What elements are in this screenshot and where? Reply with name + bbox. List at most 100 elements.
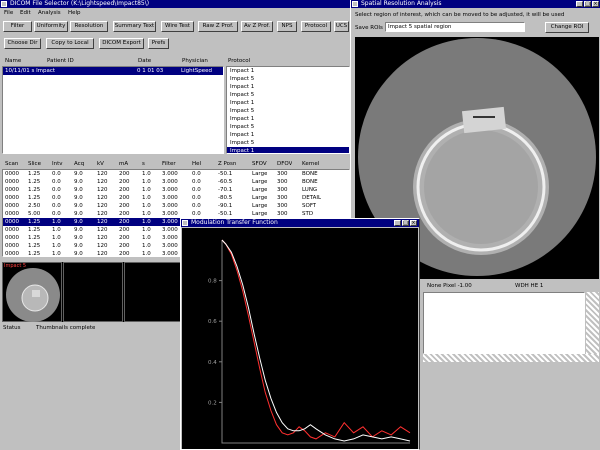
studies-list[interactable]: 10/11/01 s Impact 0 1 01 03 LightSpeed xyxy=(2,66,224,154)
table-cell: 9.0 xyxy=(74,243,83,249)
images-col-header[interactable]: SFOV xyxy=(252,160,267,168)
menu-file[interactable]: File xyxy=(4,9,13,17)
table-row[interactable]: 0000 1.25 0.0 9.0 120 200 1.0 3.000 0.0 -80.5 Larg… xyxy=(3,194,349,202)
spatial-output-area[interactable] xyxy=(423,292,585,354)
table-cell: BONE xyxy=(302,171,318,177)
table-cell: Large xyxy=(252,187,268,193)
col-date[interactable]: Date xyxy=(138,57,151,65)
col-patient-id[interactable]: Patient ID xyxy=(47,57,74,65)
col-protocol[interactable]: Protocol xyxy=(228,57,250,65)
table-row[interactable]: 0000 1.25 0.0 9.0 120 200 1.0 3.000 0.0 -70.1 Larg… xyxy=(3,186,349,194)
mtf-minimize-button[interactable]: _ xyxy=(394,220,401,226)
images-col-header[interactable]: Acq xyxy=(74,160,84,168)
change-roi-button[interactable]: Change ROI xyxy=(545,22,589,33)
mtf-maximize-button[interactable]: □ xyxy=(402,220,409,226)
y-tick-label: 0.2 xyxy=(208,400,217,406)
table-cell: 0.0 xyxy=(52,203,61,209)
col-name[interactable]: Name xyxy=(5,57,21,65)
protocol-button[interactable]: Protocol xyxy=(301,21,331,32)
series-item[interactable]: Impact 1 xyxy=(227,99,349,107)
minimize-button[interactable]: _ xyxy=(576,1,583,7)
images-col-header[interactable]: Filter xyxy=(162,160,176,168)
save-rois-label: Save ROIs xyxy=(355,25,383,31)
table-cell: 1.0 xyxy=(52,227,61,233)
study-date: 0 1 01 03 xyxy=(137,68,164,74)
resolution-button[interactable]: Resolution xyxy=(70,21,108,32)
mtf-close-button[interactable]: × xyxy=(410,220,417,226)
images-col-header[interactable]: kV xyxy=(97,160,104,168)
thumbnail-1[interactable]: Impact 5 xyxy=(2,262,62,322)
series-item[interactable]: Impact 1 xyxy=(227,67,349,75)
series-item[interactable]: Impact 5 xyxy=(227,123,349,131)
table-cell: 300 xyxy=(277,171,288,177)
close-button[interactable]: × xyxy=(592,1,599,7)
series-list[interactable]: Impact 1 Impact 5 Impact 1 Impact 5 Impact 1… xyxy=(226,66,350,154)
status-text: Thumbnails complete xyxy=(36,325,96,331)
study-row[interactable]: 10/11/01 s Impact 0 1 01 03 LightSpeed xyxy=(3,67,223,75)
spatial-hscrollbar[interactable] xyxy=(423,354,599,362)
table-cell: 9.0 xyxy=(74,187,83,193)
series-item[interactable]: Impact 5 xyxy=(227,139,349,147)
filter-button[interactable]: Filter xyxy=(3,21,32,32)
prefs-button[interactable]: Prefs xyxy=(148,38,169,49)
table-row[interactable]: 0000 1.25 0.0 9.0 120 200 1.0 3.000 0.0 -50.1 Larg… xyxy=(3,170,349,178)
ucs-button[interactable]: UCS xyxy=(334,21,349,32)
raw-z-profile-button[interactable]: Raw Z Prof. xyxy=(198,21,238,32)
roi-name-field[interactable]: Impact 5 spatial region xyxy=(385,22,525,32)
maximize-button[interactable]: □ xyxy=(584,1,591,7)
table-cell: 0000 xyxy=(5,171,19,177)
dicom-export-button[interactable]: DICOM Export xyxy=(99,38,144,49)
table-cell: 3.000 xyxy=(162,187,178,193)
series-item[interactable]: Impact 5 xyxy=(227,107,349,115)
table-cell: 1.0 xyxy=(142,187,151,193)
nps-button[interactable]: NPS xyxy=(277,21,297,32)
images-col-header[interactable]: Slice xyxy=(28,160,41,168)
col-physician[interactable]: Physician xyxy=(182,57,208,65)
table-cell: 9.0 xyxy=(74,251,83,257)
images-col-header[interactable]: s xyxy=(142,160,145,168)
series-item[interactable]: Impact 5 xyxy=(227,91,349,99)
thumbnail-phantom-image xyxy=(6,268,60,322)
table-row[interactable]: 0000 2.50 0.0 9.0 120 200 1.0 3.000 0.0 -90.1 Larg… xyxy=(3,202,349,210)
av-z-profile-button[interactable]: Av Z Prof. xyxy=(241,21,273,32)
wire-test-button[interactable]: Wire Test xyxy=(161,21,194,32)
table-cell: 9.0 xyxy=(74,211,83,217)
menu-edit[interactable]: Edit xyxy=(20,9,31,17)
series-header: Protocol xyxy=(226,57,350,66)
copy-to-local-button[interactable]: Copy to Local xyxy=(46,38,94,49)
images-col-header[interactable]: mA xyxy=(119,160,128,168)
images-col-header[interactable]: Hel xyxy=(192,160,201,168)
summary-text-button[interactable]: Summary Text xyxy=(113,21,156,32)
table-cell: 120 xyxy=(97,171,108,177)
table-cell: Large xyxy=(252,211,268,217)
menu-help[interactable]: Help xyxy=(68,9,81,17)
y-tick-label: 0.6 xyxy=(208,319,217,325)
images-col-header[interactable]: DFOV xyxy=(277,160,292,168)
table-cell: 200 xyxy=(119,203,130,209)
images-col-header[interactable]: Intv xyxy=(52,160,63,168)
table-cell: 120 xyxy=(97,243,108,249)
table-cell: 3.000 xyxy=(162,211,178,217)
series-item[interactable]: Impact 1 xyxy=(227,115,349,123)
series-item[interactable]: Impact 5 xyxy=(227,75,349,83)
table-cell: 0.0 xyxy=(192,179,201,185)
series-item[interactable]: Impact 1 xyxy=(227,131,349,139)
table-cell: 9.0 xyxy=(74,227,83,233)
table-row[interactable]: 0000 5.00 0.0 9.0 120 200 1.0 3.000 0.0 -50.1 Larg… xyxy=(3,210,349,218)
images-col-header[interactable]: Scan xyxy=(5,160,18,168)
table-row[interactable]: 0000 1.25 0.0 9.0 120 200 1.0 3.000 0.0 -60.5 Larg… xyxy=(3,178,349,186)
series-item[interactable]: Impact 1 xyxy=(227,147,349,153)
thumbnail-2[interactable] xyxy=(63,262,123,322)
table-cell: 200 xyxy=(119,251,130,257)
uniformity-button[interactable]: Uniformity xyxy=(34,21,68,32)
thumbnail-3[interactable] xyxy=(124,262,182,322)
menu-analysis[interactable]: Analysis xyxy=(38,9,61,17)
table-cell: 200 xyxy=(119,211,130,217)
choose-dir-button[interactable]: Choose Dir xyxy=(4,38,41,49)
images-col-header[interactable]: Z Posn xyxy=(218,160,236,168)
series-item[interactable]: Impact 1 xyxy=(227,83,349,91)
spatial-scrollbar[interactable] xyxy=(586,292,599,354)
table-cell: -80.5 xyxy=(218,195,233,201)
images-col-header[interactable]: Kernel xyxy=(302,160,319,168)
table-cell: 9.0 xyxy=(74,203,83,209)
